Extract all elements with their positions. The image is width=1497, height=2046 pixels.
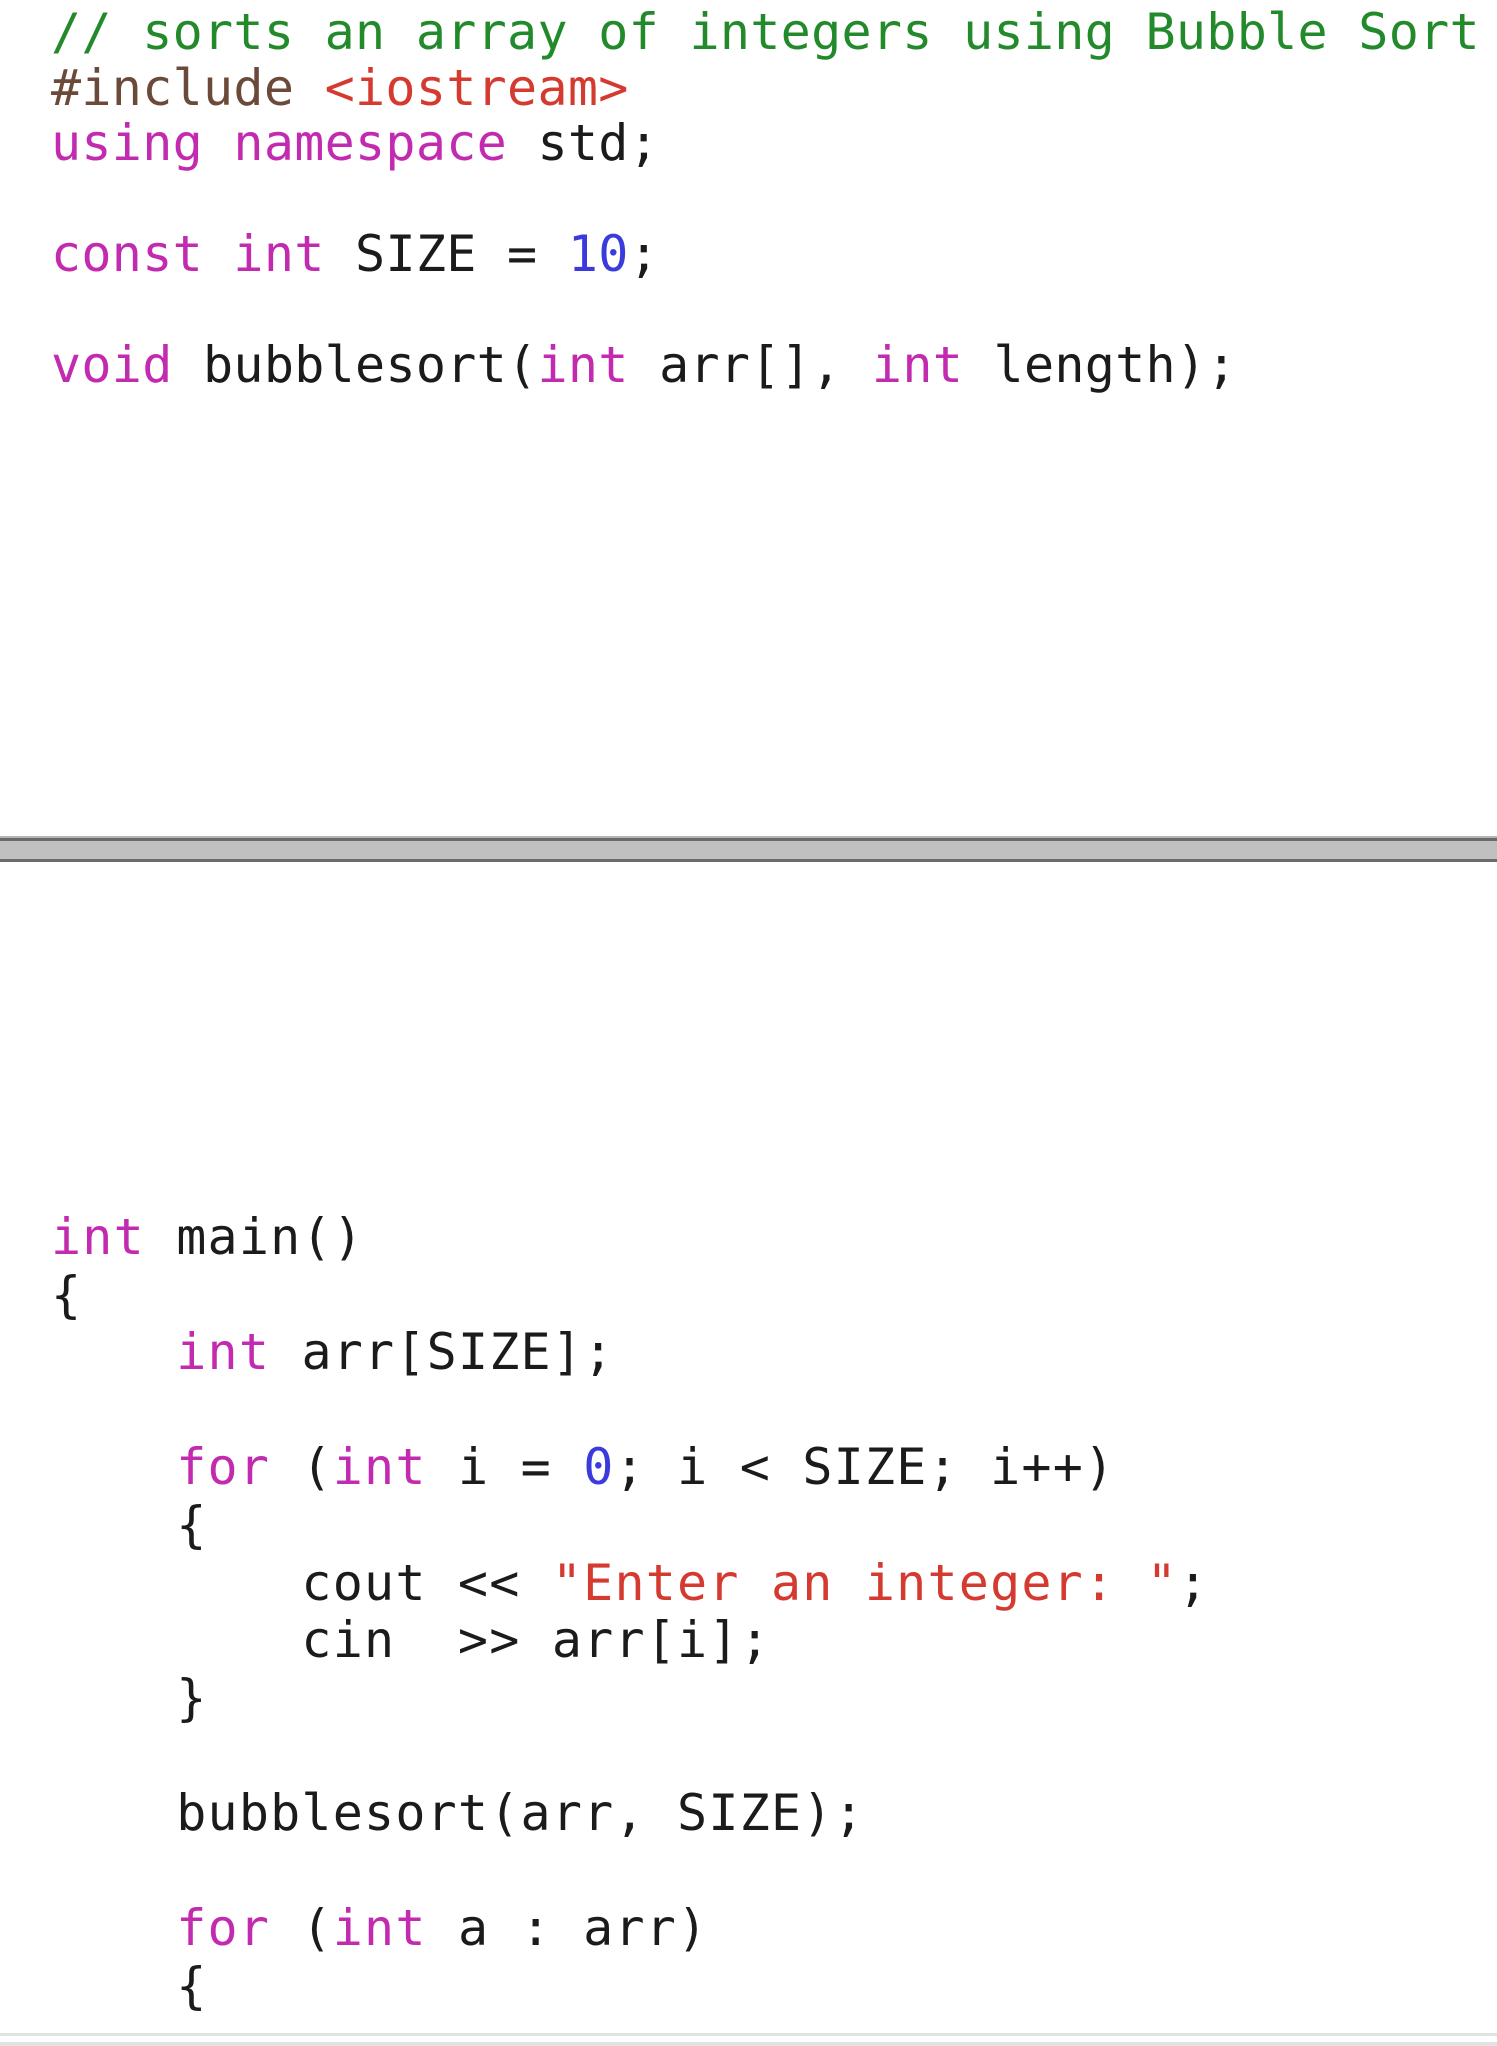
code-token-plain: main() xyxy=(144,1208,365,1266)
code-token-plain: } xyxy=(51,1668,208,1727)
code-token-plain: ( xyxy=(270,1899,333,1958)
code-token-keyword: int xyxy=(176,1323,271,1382)
code-token-plain: ; xyxy=(628,225,660,283)
code-token-keyword: int xyxy=(537,336,629,394)
code-token-plain: arr[SIZE]; xyxy=(270,1323,615,1382)
code-line[interactable]: using namespace std; xyxy=(51,114,1480,172)
code-line[interactable]: #include <iostream> xyxy=(51,58,1480,117)
code-token-number: 10 xyxy=(567,225,629,283)
code-line[interactable] xyxy=(51,283,1480,339)
code-area-bottom[interactable]: int main(){ int arr[SIZE]; for (int i = … xyxy=(51,1208,1210,2016)
code-token-plain: cout << xyxy=(51,1553,552,1612)
code-line[interactable]: { xyxy=(51,1495,1209,1555)
code-line[interactable]: for (int a : arr) xyxy=(51,1899,1209,1958)
code-token-string: "Enter an integer: " xyxy=(551,1553,1178,1612)
code-token-plain: { xyxy=(51,1956,208,2015)
code-token-keyword: const xyxy=(51,225,204,283)
code-token-keyword: using xyxy=(51,114,204,172)
code-line[interactable]: void bubblesort(int arr[], int length); xyxy=(51,336,1480,394)
code-area-top[interactable]: // sorts an array of integers using Bubb… xyxy=(51,3,1480,394)
code-line[interactable]: { xyxy=(51,1265,1209,1325)
editor-top-pane[interactable]: // sorts an array of integers using Bubb… xyxy=(0,0,1497,838)
code-token-plain: ( xyxy=(270,1438,333,1497)
code-token-keyword: int xyxy=(871,336,964,394)
code-line[interactable]: cout << "Enter an integer: "; xyxy=(51,1553,1210,1613)
code-token-keyword: int xyxy=(332,1899,427,1958)
code-line[interactable]: const int SIZE = 10; xyxy=(51,225,1480,283)
code-token-keyword: namespace xyxy=(233,114,508,172)
code-token-plain: bubblesort( xyxy=(172,336,538,394)
code-token-keyword: for xyxy=(176,1899,271,1958)
code-token-comment: // sorts an array of integers using Bubb… xyxy=(51,3,1480,61)
code-token-keyword: void xyxy=(51,336,173,394)
code-line[interactable]: int main() xyxy=(51,1208,1209,1267)
code-line[interactable] xyxy=(51,1382,1209,1440)
code-token-plain: i = xyxy=(426,1438,584,1497)
code-token-plain: ; i < SIZE; i++) xyxy=(614,1438,1116,1497)
code-token-plain: arr[], xyxy=(628,336,872,394)
code-line[interactable] xyxy=(51,1843,1209,1901)
pane-splitter-handle[interactable] xyxy=(0,838,1497,862)
code-line[interactable] xyxy=(51,172,1480,228)
code-line[interactable]: } xyxy=(51,1668,1209,1728)
code-token-keyword: for xyxy=(176,1438,271,1497)
code-token-number: 0 xyxy=(583,1438,615,1497)
code-token-plain: length); xyxy=(963,336,1237,394)
editor-bottom-border xyxy=(0,2033,1497,2046)
code-token-keyword: int xyxy=(332,1438,427,1497)
code-line[interactable]: // sorts an array of integers using Bubb… xyxy=(51,3,1480,61)
code-line[interactable] xyxy=(51,1727,1209,1785)
code-line[interactable]: cin >> arr[i]; xyxy=(51,1611,1209,1670)
code-token-preproc: #include xyxy=(51,58,325,117)
code-token-plain: ; xyxy=(1177,1553,1210,1612)
code-token-keyword: int xyxy=(233,225,325,283)
code-line[interactable]: int arr[SIZE]; xyxy=(51,1323,1209,1382)
code-token-plain: a : arr) xyxy=(426,1899,709,1958)
code-token-plain: SIZE = xyxy=(324,225,568,283)
code-line[interactable]: for (int i = 0; i < SIZE; i++) xyxy=(51,1439,1209,1497)
editor-bottom-pane[interactable]: int main(){ int arr[SIZE]; for (int i = … xyxy=(0,862,1497,2033)
code-token-plain: bubblesort(arr, SIZE); xyxy=(51,1783,865,1842)
code-line[interactable]: bubblesort(arr, SIZE); xyxy=(51,1783,1209,1843)
code-token-keyword: int xyxy=(51,1208,145,1266)
code-token-plain: std; xyxy=(507,114,660,172)
code-token-plain: { xyxy=(51,1495,208,1554)
code-token-plain: { xyxy=(51,1265,83,1324)
code-token-string: <iostream> xyxy=(324,58,629,117)
code-line[interactable]: { xyxy=(51,1956,1209,2016)
code-token-plain: cin >> arr[i]; xyxy=(51,1611,771,1670)
